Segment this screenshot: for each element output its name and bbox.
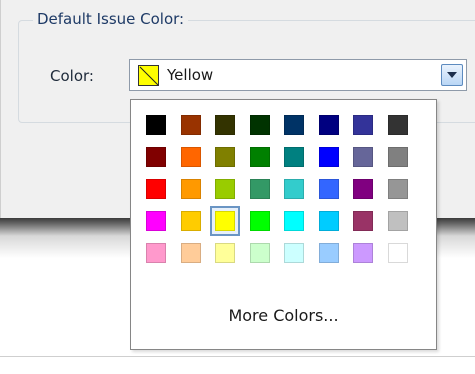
color-swatch[interactable] <box>181 211 201 231</box>
color-swatch[interactable] <box>146 115 166 135</box>
color-swatch[interactable] <box>146 147 166 167</box>
color-swatch[interactable] <box>146 211 166 231</box>
color-swatch[interactable] <box>181 147 201 167</box>
color-swatch[interactable] <box>250 243 270 263</box>
divider <box>0 356 475 357</box>
color-swatch[interactable] <box>353 147 373 167</box>
color-swatch[interactable] <box>319 115 339 135</box>
color-swatch[interactable] <box>250 115 270 135</box>
selected-color-swatch <box>138 65 159 86</box>
chevron-down-icon <box>447 72 457 78</box>
color-swatch[interactable] <box>284 179 304 199</box>
color-swatch[interactable] <box>215 211 235 231</box>
color-swatch[interactable] <box>181 179 201 199</box>
color-swatch[interactable] <box>353 115 373 135</box>
color-swatch[interactable] <box>319 179 339 199</box>
group-title: Default Issue Color: <box>33 10 189 28</box>
color-swatch[interactable] <box>319 211 339 231</box>
color-swatch[interactable] <box>215 115 235 135</box>
color-swatch[interactable] <box>388 115 408 135</box>
color-swatch[interactable] <box>353 243 373 263</box>
color-swatch[interactable] <box>215 179 235 199</box>
color-palette-popup: More Colors... <box>130 99 437 350</box>
color-combobox[interactable]: Yellow <box>129 59 467 91</box>
color-swatch[interactable] <box>250 211 270 231</box>
color-swatch[interactable] <box>181 243 201 263</box>
color-swatch[interactable] <box>215 147 235 167</box>
color-swatch[interactable] <box>319 147 339 167</box>
color-swatch[interactable] <box>319 243 339 263</box>
color-swatch[interactable] <box>388 179 408 199</box>
color-swatch[interactable] <box>181 115 201 135</box>
color-swatch[interactable] <box>388 211 408 231</box>
color-swatch[interactable] <box>388 147 408 167</box>
swatch-slash-icon <box>139 66 158 85</box>
color-swatch[interactable] <box>250 179 270 199</box>
color-swatch[interactable] <box>250 147 270 167</box>
color-swatch[interactable] <box>146 179 166 199</box>
color-swatch[interactable] <box>284 115 304 135</box>
color-label: Color: <box>50 67 94 85</box>
color-swatch[interactable] <box>284 147 304 167</box>
color-swatch[interactable] <box>146 243 166 263</box>
color-swatch[interactable] <box>284 243 304 263</box>
more-colors-button[interactable]: More Colors... <box>131 306 436 325</box>
color-swatch[interactable] <box>284 211 304 231</box>
color-swatch[interactable] <box>388 243 408 263</box>
dropdown-arrow-button[interactable] <box>441 64 463 86</box>
color-swatch[interactable] <box>353 211 373 231</box>
color-swatch[interactable] <box>215 243 235 263</box>
color-swatch[interactable] <box>353 179 373 199</box>
selected-color-name: Yellow <box>167 66 214 84</box>
